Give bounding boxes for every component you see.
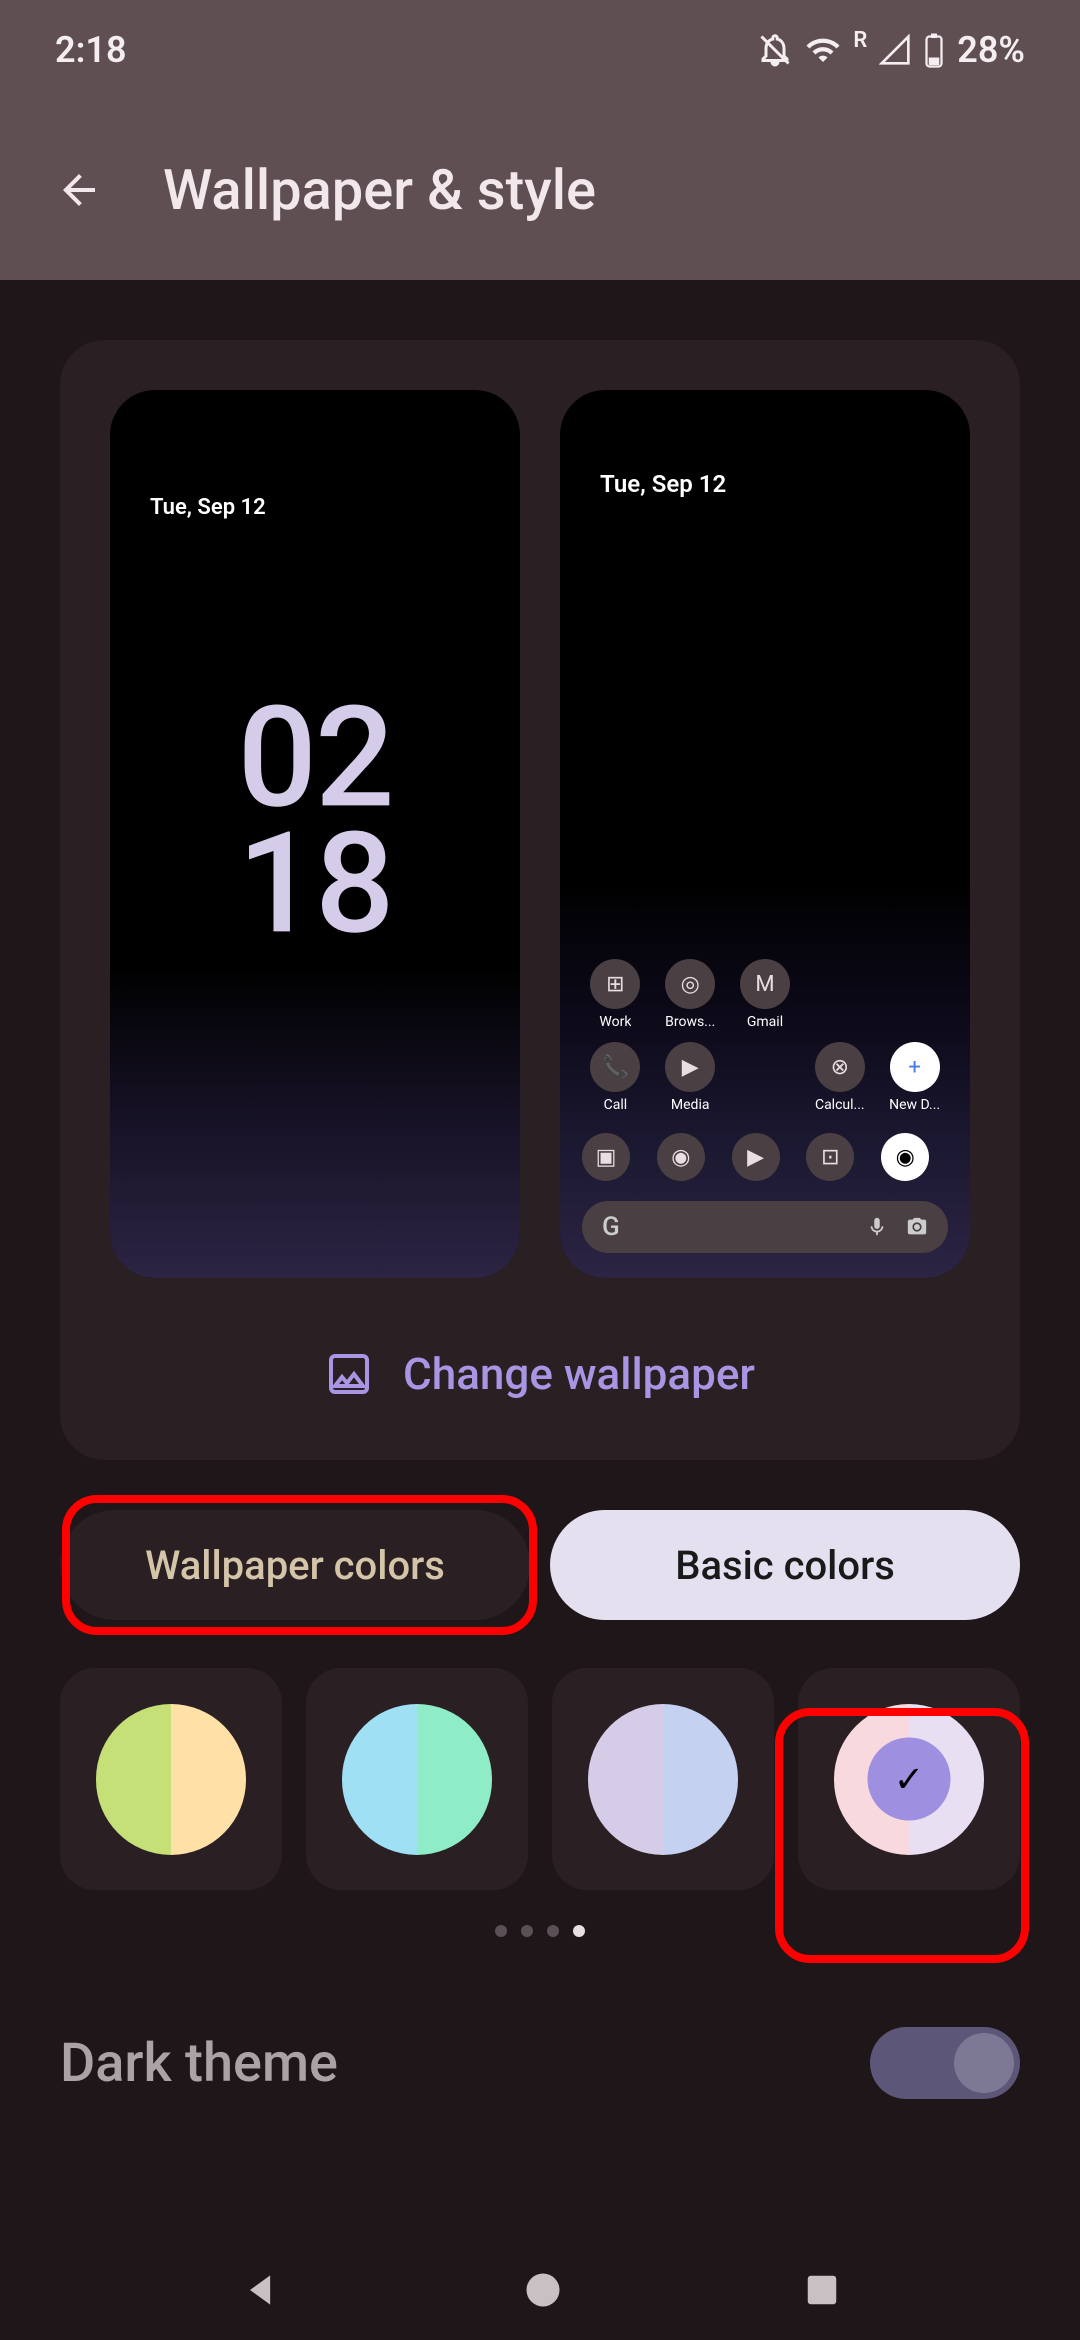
color-source-tabs: Wallpaper colors Basic colors (60, 1510, 1020, 1620)
wallpaper-preview-card: Tue, Sep 12 02 18 Tue, Sep 12 ⊞Work ◎Bro… (60, 340, 1020, 1460)
color-swatch-4-selected[interactable]: ✓ (798, 1668, 1020, 1890)
page-dot[interactable] (547, 1925, 559, 1937)
signal-icon (879, 34, 911, 66)
app-grid: ⊞Work ◎Brows... MGmail 📞Call ▶Media ⊗Cal… (582, 959, 948, 1113)
dock-row: ▣ ◉ ▶ ⊡ ◉ (582, 1133, 948, 1181)
dark-theme-toggle[interactable] (870, 2027, 1020, 2099)
nav-home-icon[interactable] (521, 2268, 565, 2312)
roaming-indicator: R (853, 28, 867, 53)
google-search-bar: G (582, 1201, 948, 1253)
wifi-icon (805, 32, 841, 68)
page-dot-active[interactable] (573, 1925, 585, 1937)
home-screen-date: Tue, Sep 12 (600, 470, 726, 498)
color-swatch-2[interactable] (306, 1668, 528, 1890)
lock-screen-preview[interactable]: Tue, Sep 12 02 18 (110, 390, 520, 1278)
status-bar: 2:18 R 28% (0, 0, 1080, 100)
navigation-bar (0, 2268, 1080, 2312)
page-dot[interactable] (521, 1925, 533, 1937)
tab-wallpaper-colors[interactable]: Wallpaper colors (60, 1510, 530, 1620)
tab-basic-colors[interactable]: Basic colors (550, 1510, 1020, 1620)
back-icon[interactable] (55, 166, 103, 214)
mic-icon (866, 1216, 888, 1238)
page-dot[interactable] (495, 1925, 507, 1937)
battery-icon (923, 32, 945, 68)
home-screen-preview[interactable]: Tue, Sep 12 ⊞Work ◎Brows... MGmail 📞Call… (560, 390, 970, 1278)
page-title: Wallpaper & style (163, 157, 596, 223)
color-swatch-1[interactable] (60, 1668, 282, 1890)
lock-screen-date: Tue, Sep 12 (150, 495, 266, 520)
dark-theme-row: Dark theme (0, 2027, 1080, 2099)
status-time: 2:18 (55, 29, 127, 71)
nav-back-icon[interactable] (239, 2268, 283, 2312)
app-header: Wallpaper & style (0, 100, 1080, 280)
color-swatches: ✓ (60, 1668, 1020, 1890)
image-icon (325, 1350, 373, 1398)
change-wallpaper-button[interactable]: Change wallpaper (110, 1348, 970, 1400)
status-indicators: R 28% (757, 29, 1025, 71)
check-icon: ✓ (894, 1758, 924, 1800)
dark-theme-label: Dark theme (60, 2032, 338, 2095)
battery-percent: 28% (957, 29, 1025, 71)
camera-icon (906, 1216, 928, 1238)
lock-screen-clock: 02 18 (237, 696, 392, 948)
nav-recents-icon[interactable] (803, 2271, 841, 2309)
dnd-icon (757, 32, 793, 68)
color-swatch-3[interactable] (552, 1668, 774, 1890)
pagination-dots (60, 1925, 1020, 1937)
